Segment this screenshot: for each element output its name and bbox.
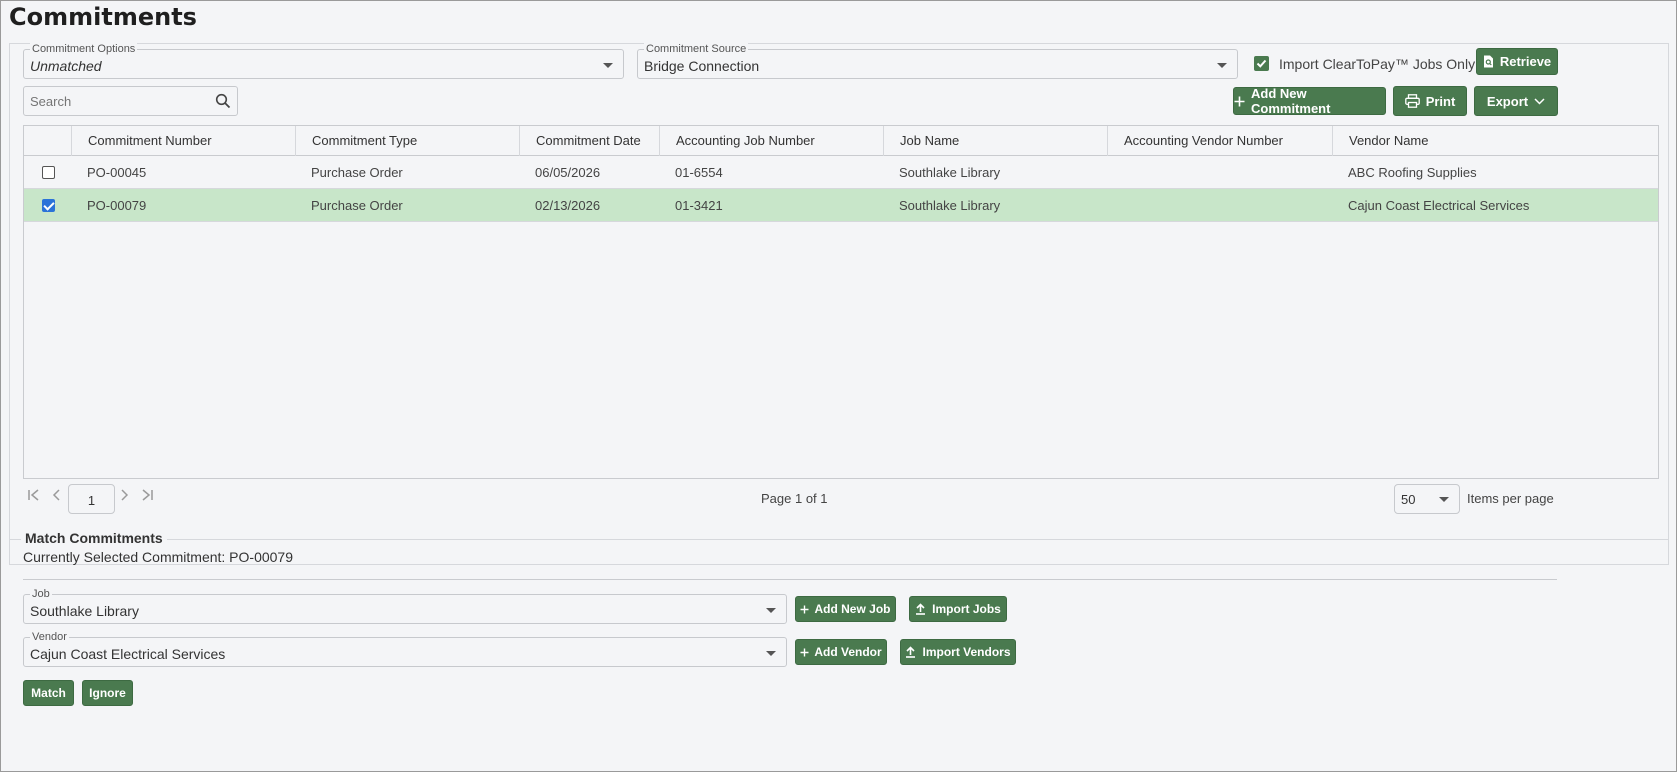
match-commitments-title: Match Commitments	[21, 530, 167, 546]
export-label: Export	[1486, 93, 1529, 109]
search-input[interactable]	[28, 91, 208, 111]
select-column-header	[24, 126, 71, 156]
commitment-number-cell: PO-00045	[87, 165, 147, 180]
add-new-job-button[interactable]: Add New Job	[795, 596, 896, 622]
commitment-number-cell: PO-00079	[87, 198, 147, 213]
chevron-down-icon	[1439, 497, 1449, 502]
first-page-icon[interactable]	[27, 488, 41, 507]
job-select[interactable]: Job Southlake Library	[23, 587, 787, 624]
chevron-down-icon	[1217, 63, 1227, 68]
job-name-cell: Southlake Library	[899, 198, 1001, 213]
commitment-source-label: Commitment Source	[644, 42, 749, 56]
commitment-options-select[interactable]: Commitment Options Unmatched	[23, 42, 624, 79]
items-per-page-value: 50	[1401, 492, 1416, 507]
vendor-label: Vendor	[30, 630, 69, 644]
page-number-value: 1	[87, 493, 96, 508]
commitment-options-value: Unmatched	[30, 58, 102, 74]
last-page-icon[interactable]	[140, 488, 154, 507]
column-header[interactable]: Vendor Name	[1332, 126, 1658, 156]
chevron-down-icon	[603, 63, 613, 68]
column-header[interactable]: Commitment Date	[519, 126, 659, 156]
import-vendors-label: Import Vendors	[922, 645, 1011, 659]
commitment-date-cell: 02/13/2026	[535, 198, 601, 213]
printer-icon	[1404, 94, 1420, 108]
retrieve-label: Retrieve	[1499, 54, 1552, 69]
search-box	[23, 86, 238, 116]
row-checkbox[interactable]	[42, 166, 55, 179]
commitment-source-select[interactable]: Commitment Source Bridge Connection	[637, 42, 1238, 79]
retrieve-button[interactable]: Retrieve	[1476, 48, 1558, 75]
job-value: Southlake Library	[30, 603, 139, 619]
page-info: Page 1 of 1	[761, 491, 828, 506]
page-title: Commitments	[9, 3, 197, 31]
vendor-name-cell: ABC Roofing Supplies	[1348, 165, 1477, 180]
items-per-page-select[interactable]: 50	[1394, 484, 1460, 514]
add-vendor-label: Add Vendor	[814, 645, 882, 659]
add-vendor-button[interactable]: Add Vendor	[795, 639, 887, 665]
vendor-select[interactable]: Vendor Cajun Coast Electrical Services	[23, 630, 787, 667]
column-header[interactable]: Job Name	[883, 126, 1107, 156]
document-search-icon	[1483, 55, 1494, 68]
export-button[interactable]: Export	[1474, 86, 1558, 116]
column-header[interactable]: Accounting Vendor Number	[1107, 126, 1332, 156]
job-label: Job	[30, 587, 52, 601]
check-icon	[1256, 59, 1267, 68]
accounting-job-number-cell: 01-3421	[675, 198, 723, 213]
add-new-commitment-label: Add New Commitment	[1251, 86, 1331, 116]
plus-icon	[800, 648, 809, 657]
table-header: Commitment Number Commitment Type Commit…	[24, 126, 1658, 156]
plus-icon	[1234, 96, 1245, 107]
divider	[23, 579, 1557, 580]
vendor-value: Cajun Coast Electrical Services	[30, 646, 226, 662]
section-divider	[9, 539, 1669, 540]
add-new-job-label: Add New Job	[814, 602, 891, 616]
accounting-vendor-number-cell	[1107, 189, 1123, 222]
add-new-commitment-button[interactable]: Add New Commitment	[1233, 86, 1386, 116]
import-jobs-label: Import Jobs	[932, 602, 1001, 616]
commitments-table: Commitment Number Commitment Type Commit…	[23, 125, 1659, 479]
plus-icon	[800, 605, 809, 614]
import-cleartopay-label: Import ClearToPay™ Jobs Only	[1279, 56, 1476, 72]
ignore-label: Ignore	[89, 686, 126, 700]
next-page-icon[interactable]	[120, 488, 130, 507]
ignore-button[interactable]: Ignore	[82, 680, 133, 706]
print-button[interactable]: Print	[1393, 86, 1467, 116]
import-cleartopay-checkbox[interactable]	[1254, 56, 1269, 71]
commitment-options-label: Commitment Options	[30, 42, 138, 56]
column-header[interactable]: Commitment Number	[71, 126, 295, 156]
column-header[interactable]: Commitment Type	[295, 126, 519, 156]
match-button[interactable]: Match	[23, 680, 74, 706]
import-jobs-button[interactable]: Import Jobs	[909, 596, 1007, 622]
import-vendors-button[interactable]: Import Vendors	[900, 639, 1016, 665]
commitment-type-cell: Purchase Order	[311, 198, 403, 213]
vendor-name-cell: Cajun Coast Electrical Services	[1348, 198, 1530, 213]
search-icon[interactable]	[215, 93, 231, 114]
currently-selected-commitment: Currently Selected Commitment: PO-00079	[23, 549, 293, 565]
accounting-job-number-cell: 01-6554	[675, 165, 723, 180]
print-label: Print	[1425, 93, 1456, 109]
match-label: Match	[31, 686, 66, 700]
items-per-page-label: Items per page	[1467, 491, 1554, 506]
accounting-vendor-number-cell	[1107, 156, 1123, 189]
column-header[interactable]: Accounting Job Number	[659, 126, 883, 156]
row-checkbox[interactable]	[42, 199, 55, 212]
upload-icon	[905, 646, 916, 658]
table-row[interactable]: PO-00079 Purchase Order 02/13/2026 01-34…	[24, 189, 1658, 222]
commitment-type-cell: Purchase Order	[311, 165, 403, 180]
chevron-down-icon	[766, 608, 776, 613]
commitment-source-value: Bridge Connection	[644, 58, 760, 74]
chevron-down-icon	[766, 651, 776, 656]
job-name-cell: Southlake Library	[899, 165, 1001, 180]
upload-icon	[915, 603, 926, 615]
chevron-down-icon	[1534, 97, 1545, 105]
table-row[interactable]: PO-00045 Purchase Order 06/05/2026 01-65…	[24, 156, 1658, 189]
page-number-input[interactable]: 1	[68, 484, 115, 514]
commitment-date-cell: 06/05/2026	[535, 165, 601, 180]
previous-page-icon[interactable]	[51, 488, 61, 507]
